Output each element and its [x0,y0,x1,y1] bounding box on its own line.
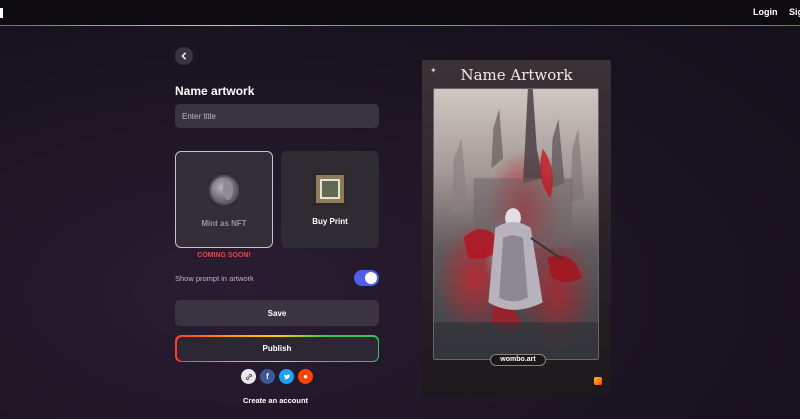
login-link[interactable]: Login [753,7,778,17]
mint-nft-option[interactable]: Mint as NFT [175,151,273,248]
artwork-image [434,89,598,359]
chevron-left-icon [181,52,186,60]
moon-coin-icon [209,175,239,205]
link-icon[interactable] [241,369,256,384]
reddit-icon[interactable]: ● [298,369,313,384]
buy-print-label: Buy Print [312,217,348,226]
twitter-icon[interactable] [279,369,294,384]
dream-logo-icon [594,377,602,385]
framed-print-icon [314,173,346,205]
share-row: f ● [241,369,313,384]
save-button[interactable]: Save [175,300,379,326]
wombo-watermark: wombo.art [490,354,546,366]
publish-label: Publish [176,336,378,361]
coming-soon-badge: COMING SOON! [197,252,251,259]
toggle-knob [365,272,377,284]
create-account-link[interactable]: Create an account [243,396,308,405]
signup-link[interactable]: Sig [789,7,800,17]
facebook-icon[interactable]: f [260,369,275,384]
preview-title: Name Artwork [460,66,573,84]
publish-button[interactable]: Publish [175,335,379,362]
artwork-frame [433,88,599,360]
show-prompt-label: Show prompt in artwork [175,274,254,283]
form-title: Name artwork [175,84,255,98]
mint-nft-label: Mint as NFT [201,219,247,228]
logo[interactable] [0,8,3,18]
top-bar: Login Sig [0,0,800,26]
show-prompt-toggle[interactable] [354,270,379,286]
rainbow-divider [0,25,800,26]
buy-print-option[interactable]: Buy Print [281,151,379,248]
artwork-preview-card: ✦ Name Artwork wombo.art [422,60,611,394]
title-input[interactable] [175,104,379,128]
back-button[interactable] [175,47,193,65]
